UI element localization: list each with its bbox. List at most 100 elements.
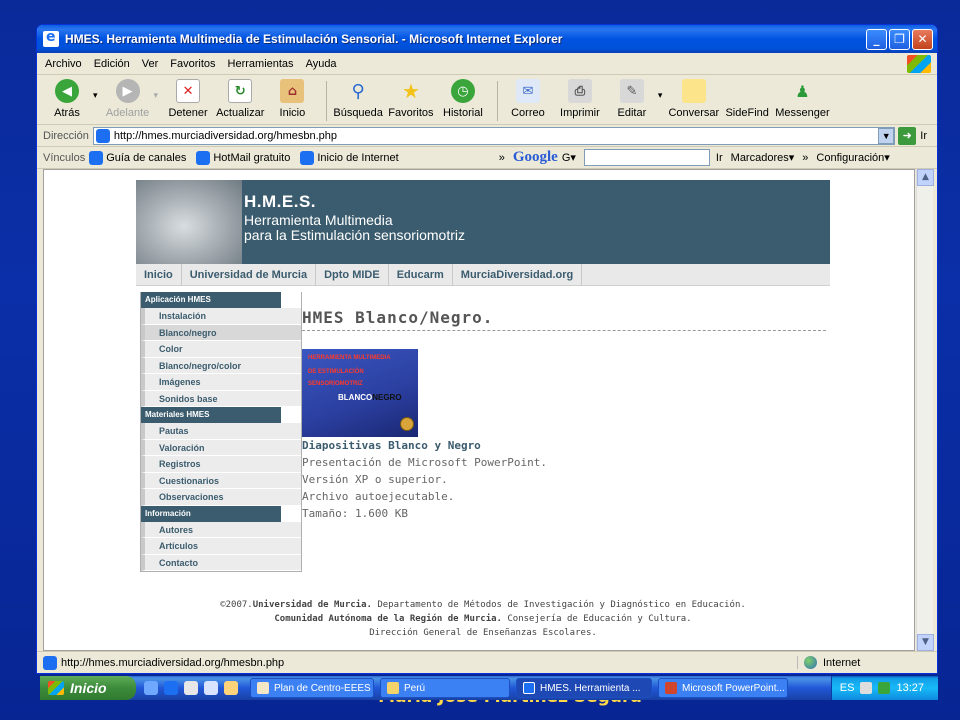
messenger-button[interactable]: ♟ Messenger [775, 79, 829, 120]
stop-button[interactable]: ✕ Detener [164, 79, 212, 119]
sidebar-item-articulos[interactable]: Artículos [141, 538, 301, 555]
menu-edicion[interactable]: Edición [94, 58, 130, 70]
sidebar-item-blanco-negro-color[interactable]: Blanco/negro/color [141, 357, 301, 374]
link-hotmail[interactable]: HotMail gratuito [196, 150, 290, 165]
back-button[interactable]: ◀ Atrás [43, 79, 91, 119]
start-button[interactable]: Inicio [40, 676, 136, 700]
scroll-up-icon[interactable]: ▲ [917, 169, 934, 186]
page-status-icon [43, 655, 57, 670]
desktop-quicklaunch-icon[interactable] [184, 681, 198, 695]
link-inicio-internet[interactable]: Inicio de Internet [300, 150, 399, 165]
configuracion-button[interactable]: Configuración▾ [816, 151, 889, 164]
sidebar-item-cuestionarios[interactable]: Cuestionarios [141, 472, 301, 489]
google-go-button[interactable]: Ir [716, 152, 723, 164]
discuss-button[interactable]: Conversar [668, 79, 719, 119]
messenger-quicklaunch-icon[interactable] [224, 681, 238, 695]
nav-inicio[interactable]: Inicio [136, 263, 182, 286]
task-hmes[interactable]: HMES. Herramienta ... [516, 678, 652, 698]
quicklaunch-icon[interactable] [144, 681, 158, 695]
menu-archivo[interactable]: Archivo [45, 58, 82, 70]
links-more-chevron[interactable]: » [499, 152, 505, 164]
history-button[interactable]: ◷ Historial [439, 79, 487, 119]
home-button[interactable]: ⌂ Inicio [268, 79, 316, 119]
sidebar-item-registros[interactable]: Registros [141, 456, 301, 473]
google-search-input[interactable] [583, 149, 710, 166]
forward-button[interactable]: ▶ Adelante [104, 79, 152, 119]
back-dropdown-icon[interactable]: ▾ [93, 91, 98, 101]
nav-universidad-murcia[interactable]: Universidad de Murcia [182, 263, 317, 286]
forward-dropdown-icon[interactable]: ▾ [154, 91, 159, 101]
sidebar-item-blanco-negro[interactable]: Blanco/negro [141, 324, 301, 341]
footer-dept: Departamento de Métodos de Investigación… [371, 600, 746, 610]
nav-dpto-mide[interactable]: Dpto MIDE [316, 263, 389, 286]
refresh-button[interactable]: ↻ Actualizar [216, 79, 264, 119]
sidebar-item-contacto[interactable]: Contacto [141, 554, 301, 571]
edit-icon: ✎ [619, 79, 644, 103]
edit-dropdown-icon[interactable]: ▾ [658, 91, 663, 101]
maximize-button[interactable]: ❐ [889, 28, 910, 50]
print-button[interactable]: ⎙ Imprimir [556, 79, 604, 119]
sidebar-item-valoracion[interactable]: Valoración [141, 439, 301, 456]
go-arrow-icon[interactable]: ➜ [898, 126, 917, 145]
sidebar-item-instalacion[interactable]: Instalación [141, 308, 301, 325]
task-peru[interactable]: Perú [380, 678, 510, 698]
close-button[interactable]: ✕ [912, 28, 933, 50]
vertical-scrollbar[interactable]: ▲ ▼ [916, 169, 934, 651]
menu-ver[interactable]: Ver [142, 58, 159, 70]
address-input[interactable]: http://hmes.murciadiversidad.org/hmesbn.… [92, 126, 896, 145]
menu-favoritos[interactable]: Favoritos [170, 58, 215, 70]
toolbar-separator [326, 81, 328, 121]
go-button[interactable]: Ir [920, 130, 927, 142]
mail-icon: ✉ [515, 79, 540, 103]
presentation-cover-image[interactable]: HERRAMIENTA MULTIMEDIA DE ESTIMULACIÓN S… [302, 349, 418, 437]
task-plan-centro[interactable]: Plan de Centro-EEES ... [250, 678, 374, 698]
edit-button[interactable]: ✎ Editar [608, 79, 656, 119]
sidebar-item-observaciones[interactable]: Observaciones [141, 489, 301, 506]
sidebar-item-imagenes[interactable]: Imágenes [141, 374, 301, 391]
discuss-label: Conversar [668, 107, 720, 119]
menu-ayuda[interactable]: Ayuda [306, 58, 337, 70]
minimize-button[interactable]: _ [866, 28, 887, 50]
system-tray: ES 13:27 [830, 676, 938, 700]
windows-flag-icon [48, 681, 64, 695]
nav-murciadiversidad[interactable]: MurciaDiversidad.org [453, 263, 583, 286]
google-menu-button[interactable]: G▾ [562, 151, 576, 164]
search-label: Búsqueda [333, 107, 383, 119]
globe-icon [804, 656, 817, 669]
tray-icon[interactable] [860, 682, 873, 694]
sidebar-item-color[interactable]: Color [141, 341, 301, 358]
task-powerpoint[interactable]: Microsoft PowerPoint... [658, 678, 788, 698]
address-dropdown-icon[interactable]: ▼ [878, 127, 895, 144]
sidebar-item-pautas[interactable]: Pautas [141, 423, 301, 440]
sidefind-button[interactable]: SideFind [723, 79, 771, 119]
download-title-link[interactable]: Diapositivas Blanco y Negro [302, 439, 826, 452]
scroll-down-icon[interactable]: ▼ [917, 634, 934, 651]
ie-task-icon [523, 682, 535, 694]
favorites-label: Favoritos [388, 107, 434, 119]
address-label: Dirección [43, 129, 89, 142]
refresh-label: Actualizar [216, 107, 265, 119]
nav-educarm[interactable]: Educarm [389, 263, 453, 286]
marcadores-button[interactable]: Marcadores▾ [731, 151, 795, 164]
university-seal-icon [400, 417, 414, 431]
mail-label: Correo [511, 107, 545, 119]
history-label: Historial [443, 107, 483, 119]
media-quicklaunch-icon[interactable] [204, 681, 218, 695]
sidebar-section-heading: Aplicación HMES [141, 292, 281, 308]
toolbar-more-chevron[interactable]: » [802, 152, 808, 164]
ie-quicklaunch-icon[interactable] [164, 681, 178, 695]
favorites-button[interactable]: ★ Favoritos [387, 79, 435, 119]
sidebar-section-heading: Materiales HMES [141, 407, 281, 423]
menu-herramientas[interactable]: Herramientas [228, 58, 294, 70]
site-nav: Inicio Universidad de Murcia Dpto MIDE E… [136, 263, 830, 286]
link-guia-canales[interactable]: Guía de canales [89, 150, 186, 165]
mail-button[interactable]: ✉ Correo [504, 79, 552, 119]
zone-label: Internet [823, 656, 861, 669]
site-banner: H.M.E.S. Herramienta Multimedia para la … [136, 180, 830, 264]
item-description: Versión XP o superior. [302, 473, 448, 486]
search-button[interactable]: ⚲ Búsqueda [333, 79, 383, 120]
sidebar-item-autores[interactable]: Autores [141, 521, 301, 538]
tray-icon[interactable] [878, 682, 891, 694]
language-indicator[interactable]: ES [840, 682, 855, 694]
sidebar-item-sonidos-base[interactable]: Sonidos base [141, 390, 301, 407]
